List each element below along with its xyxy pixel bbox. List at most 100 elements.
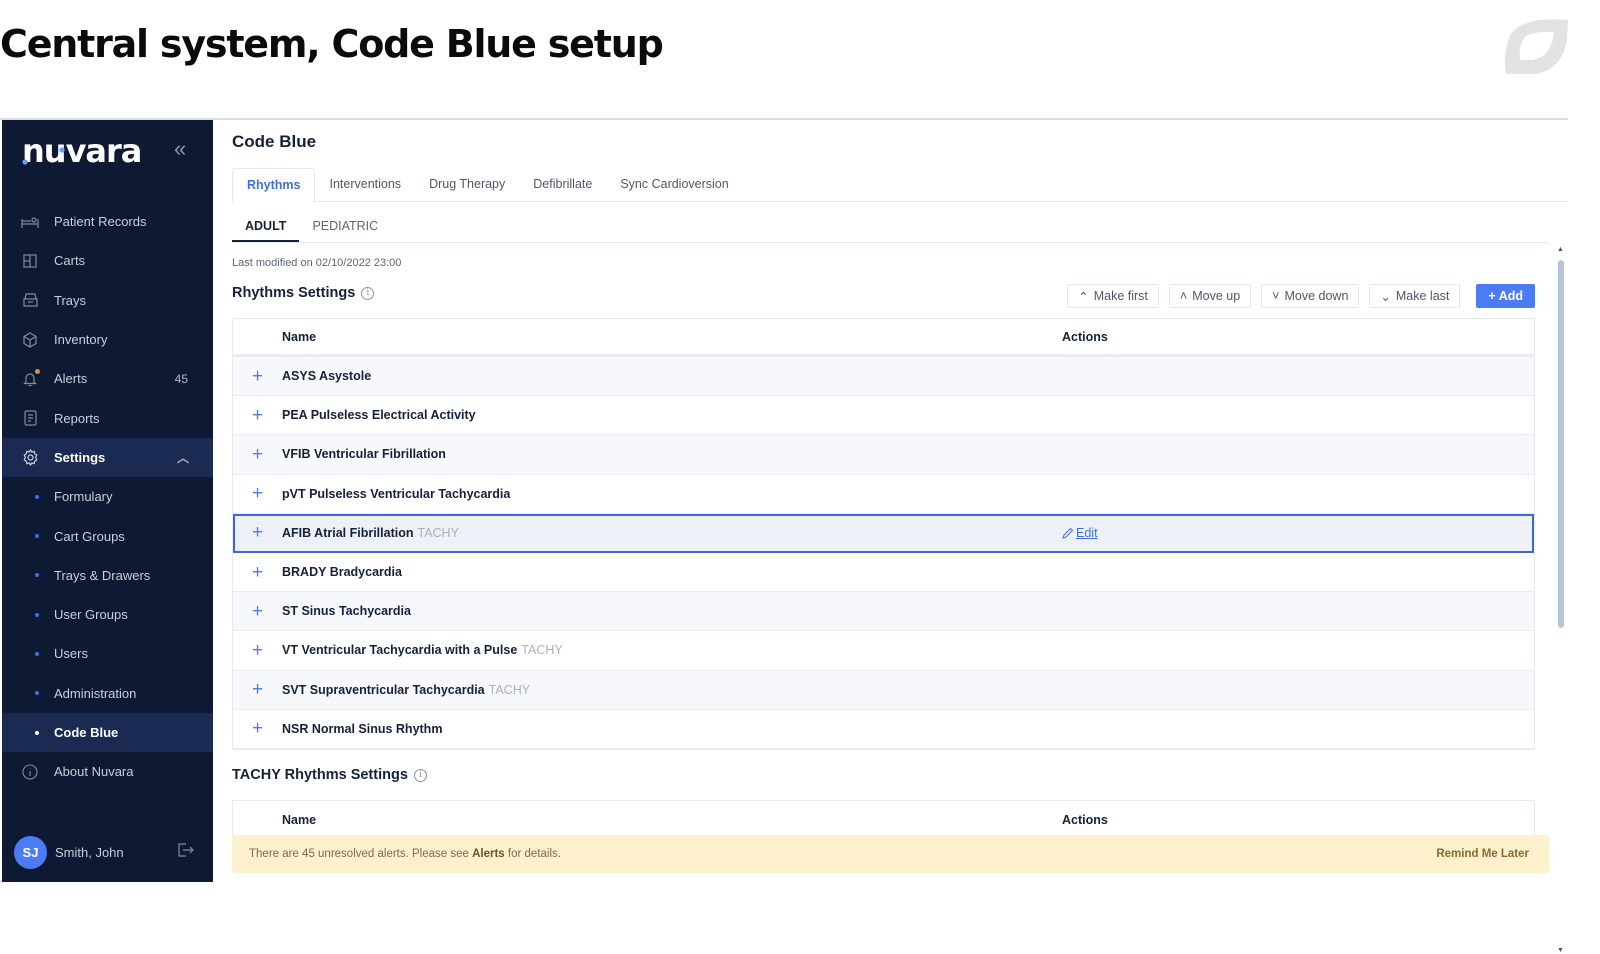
last-modified-text: Last modified on 02/10/2022 23:00 bbox=[232, 257, 402, 269]
move-down-button[interactable]: ˅ Move down bbox=[1261, 284, 1360, 308]
rhythm-name-text: VFIB Ventricular Fibrillation bbox=[282, 447, 446, 462]
info-icon[interactable]: i bbox=[413, 768, 427, 782]
rhythm-tag: TACHY bbox=[417, 525, 459, 540]
expand-plus-icon[interactable]: + bbox=[233, 602, 282, 621]
sidebar-subitem-label: Cart Groups bbox=[54, 528, 125, 544]
sidebar-item-carts[interactable]: Carts bbox=[2, 241, 213, 280]
rhythm-name: ST Sinus Tachycardia bbox=[282, 604, 1062, 618]
box-icon bbox=[21, 331, 39, 349]
move-up-button[interactable]: ˄ Move up bbox=[1168, 284, 1252, 308]
chevron-down-icon: ˅ bbox=[1272, 289, 1280, 303]
rhythm-name-text: AFIB Atrial Fibrillation bbox=[282, 525, 414, 540]
sidebar-item-label: Carts bbox=[54, 253, 86, 269]
nuvara-logo: nuvara bbox=[22, 134, 142, 170]
rhythm-name-text: ASYS Asystole bbox=[282, 369, 372, 384]
bullet-icon bbox=[35, 612, 39, 617]
table-row[interactable]: + PEA Pulseless Electrical Activity bbox=[233, 396, 1534, 436]
app-window: nuvara « Patient Records Carts Trays Inv… bbox=[0, 118, 1568, 954]
logout-icon[interactable] bbox=[177, 843, 194, 862]
document-icon bbox=[21, 409, 39, 427]
sidebar-nav: Patient Records Carts Trays Inventory Al… bbox=[2, 202, 213, 791]
expand-plus-icon[interactable]: + bbox=[233, 523, 282, 542]
table-header: Name Actions bbox=[233, 319, 1534, 357]
tab-defibrillate[interactable]: Defibrillate bbox=[519, 168, 606, 202]
cart-icon bbox=[21, 252, 39, 270]
subtab-pediatric[interactable]: PEDIATRIC bbox=[299, 212, 391, 242]
table-row[interactable]: + VT Ventricular Tachycardia with a Pulse… bbox=[233, 631, 1534, 671]
expand-plus-icon[interactable]: + bbox=[233, 641, 282, 660]
expand-plus-icon[interactable]: + bbox=[233, 406, 282, 425]
sidebar-subitem-cart-groups[interactable]: Cart Groups bbox=[2, 516, 213, 555]
tachy-rhythms-settings-heading: TACHY Rhythms Settings i bbox=[232, 767, 427, 783]
scroll-thumb[interactable] bbox=[1558, 260, 1564, 628]
tab-drug-therapy[interactable]: Drug Therapy bbox=[415, 168, 519, 202]
button-label: Move down bbox=[1284, 289, 1349, 303]
rhythm-name-text: NSR Normal Sinus Rhythm bbox=[282, 721, 443, 736]
subtab-adult[interactable]: ADULT bbox=[232, 212, 300, 242]
collapse-sidebar-button[interactable]: « bbox=[174, 138, 186, 160]
info-icon[interactable]: i bbox=[361, 286, 375, 300]
table-row[interactable]: + AFIB Atrial Fibrillation TACHY Edit bbox=[233, 513, 1534, 553]
sidebar-item-settings[interactable]: Settings ︿ bbox=[2, 437, 213, 478]
bullet-icon bbox=[35, 730, 39, 735]
expand-plus-icon[interactable]: + bbox=[233, 445, 282, 464]
add-rhythm-button[interactable]: + Add bbox=[1476, 284, 1535, 308]
rhythm-name: ASYS Asystole bbox=[282, 369, 1062, 383]
tab-interventions[interactable]: Interventions bbox=[315, 168, 415, 202]
sidebar-subitem-label: User Groups bbox=[54, 607, 128, 623]
make-first-button[interactable]: ⌃ Make first bbox=[1067, 284, 1159, 308]
table-row[interactable]: + NSR Normal Sinus Rhythm bbox=[233, 709, 1534, 749]
vertical-scrollbar[interactable]: ▲ ▼ bbox=[1556, 246, 1566, 954]
edit-link[interactable]: Edit bbox=[1062, 526, 1098, 540]
main-tabs: Rhythms Interventions Drug Therapy Defib… bbox=[232, 168, 1568, 203]
sidebar-item-label: Reports bbox=[54, 410, 100, 426]
table-row[interactable]: + SVT Supraventricular Tachycardia TACHY bbox=[233, 670, 1534, 710]
make-last-button[interactable]: ⌄ Make last bbox=[1369, 284, 1461, 308]
tab-sync-cardioversion[interactable]: Sync Cardioversion bbox=[606, 168, 742, 202]
sidebar-item-alerts[interactable]: Alerts 45 bbox=[2, 359, 213, 398]
tab-rhythms[interactable]: Rhythms bbox=[232, 168, 316, 203]
sidebar-item-label: Patient Records bbox=[54, 214, 147, 230]
remind-me-later-button[interactable]: Remind Me Later bbox=[1436, 848, 1529, 860]
main-content: Code Blue Rhythms Interventions Drug The… bbox=[213, 120, 1568, 882]
tray-icon bbox=[21, 291, 39, 309]
table-row[interactable]: + VFIB Ventricular Fibrillation bbox=[233, 435, 1534, 475]
alerts-link[interactable]: Alerts bbox=[472, 848, 505, 860]
user-profile: SJ Smith, John bbox=[14, 836, 204, 869]
sidebar-subitem-code-blue[interactable]: Code Blue bbox=[2, 712, 213, 753]
table-row[interactable]: + ASYS Asystole bbox=[233, 357, 1534, 397]
expand-plus-icon[interactable]: + bbox=[233, 563, 282, 582]
scroll-down-arrow-icon[interactable]: ▼ bbox=[1557, 947, 1564, 954]
sidebar-subitem-formulary[interactable]: Formulary bbox=[2, 477, 213, 516]
sidebar-subitem-label: Trays & Drawers bbox=[54, 567, 151, 583]
sidebar-item-trays[interactable]: Trays bbox=[2, 281, 213, 320]
sidebar-item-about[interactable]: About Nuvara bbox=[2, 752, 213, 791]
sidebar-subitem-users[interactable]: Users bbox=[2, 634, 213, 673]
sidebar-subitem-label: Formulary bbox=[54, 489, 113, 505]
sidebar-item-label: Inventory bbox=[54, 332, 108, 348]
sidebar-subitem-trays-drawers[interactable]: Trays & Drawers bbox=[2, 556, 213, 595]
sidebar-item-patient-records[interactable]: Patient Records bbox=[2, 202, 213, 241]
rhythm-tag: TACHY bbox=[488, 682, 531, 697]
expand-plus-icon[interactable]: + bbox=[233, 367, 282, 386]
expand-plus-icon[interactable]: + bbox=[233, 719, 282, 738]
table-row[interactable]: + BRADY Bradycardia bbox=[233, 552, 1534, 593]
sidebar: nuvara « Patient Records Carts Trays Inv… bbox=[2, 120, 213, 882]
rhythm-name: NSR Normal Sinus Rhythm bbox=[282, 722, 1062, 736]
rhythm-tag: TACHY bbox=[521, 643, 563, 658]
scroll-up-arrow-icon[interactable]: ▲ bbox=[1557, 246, 1564, 253]
unresolved-alerts-banner: There are 45 unresolved alerts. Please s… bbox=[232, 835, 1549, 873]
sidebar-subitem-administration[interactable]: Administration bbox=[2, 674, 213, 713]
pencil-icon bbox=[1062, 527, 1074, 539]
table-row[interactable]: + ST Sinus Tachycardia bbox=[233, 592, 1534, 632]
avatar[interactable]: SJ bbox=[14, 836, 47, 869]
table-row[interactable]: + pVT Pulseless Ventricular Tachycardia bbox=[233, 474, 1534, 514]
sidebar-item-reports[interactable]: Reports bbox=[2, 398, 213, 437]
bullet-icon bbox=[35, 573, 39, 578]
rhythm-name-text: PEA Pulseless Electrical Activity bbox=[282, 408, 476, 423]
sidebar-item-inventory[interactable]: Inventory bbox=[2, 320, 213, 359]
rhythm-name-text: BRADY Bradycardia bbox=[282, 565, 402, 580]
expand-plus-icon[interactable]: + bbox=[233, 680, 282, 699]
sidebar-subitem-user-groups[interactable]: User Groups bbox=[2, 595, 213, 634]
expand-plus-icon[interactable]: + bbox=[233, 484, 282, 503]
